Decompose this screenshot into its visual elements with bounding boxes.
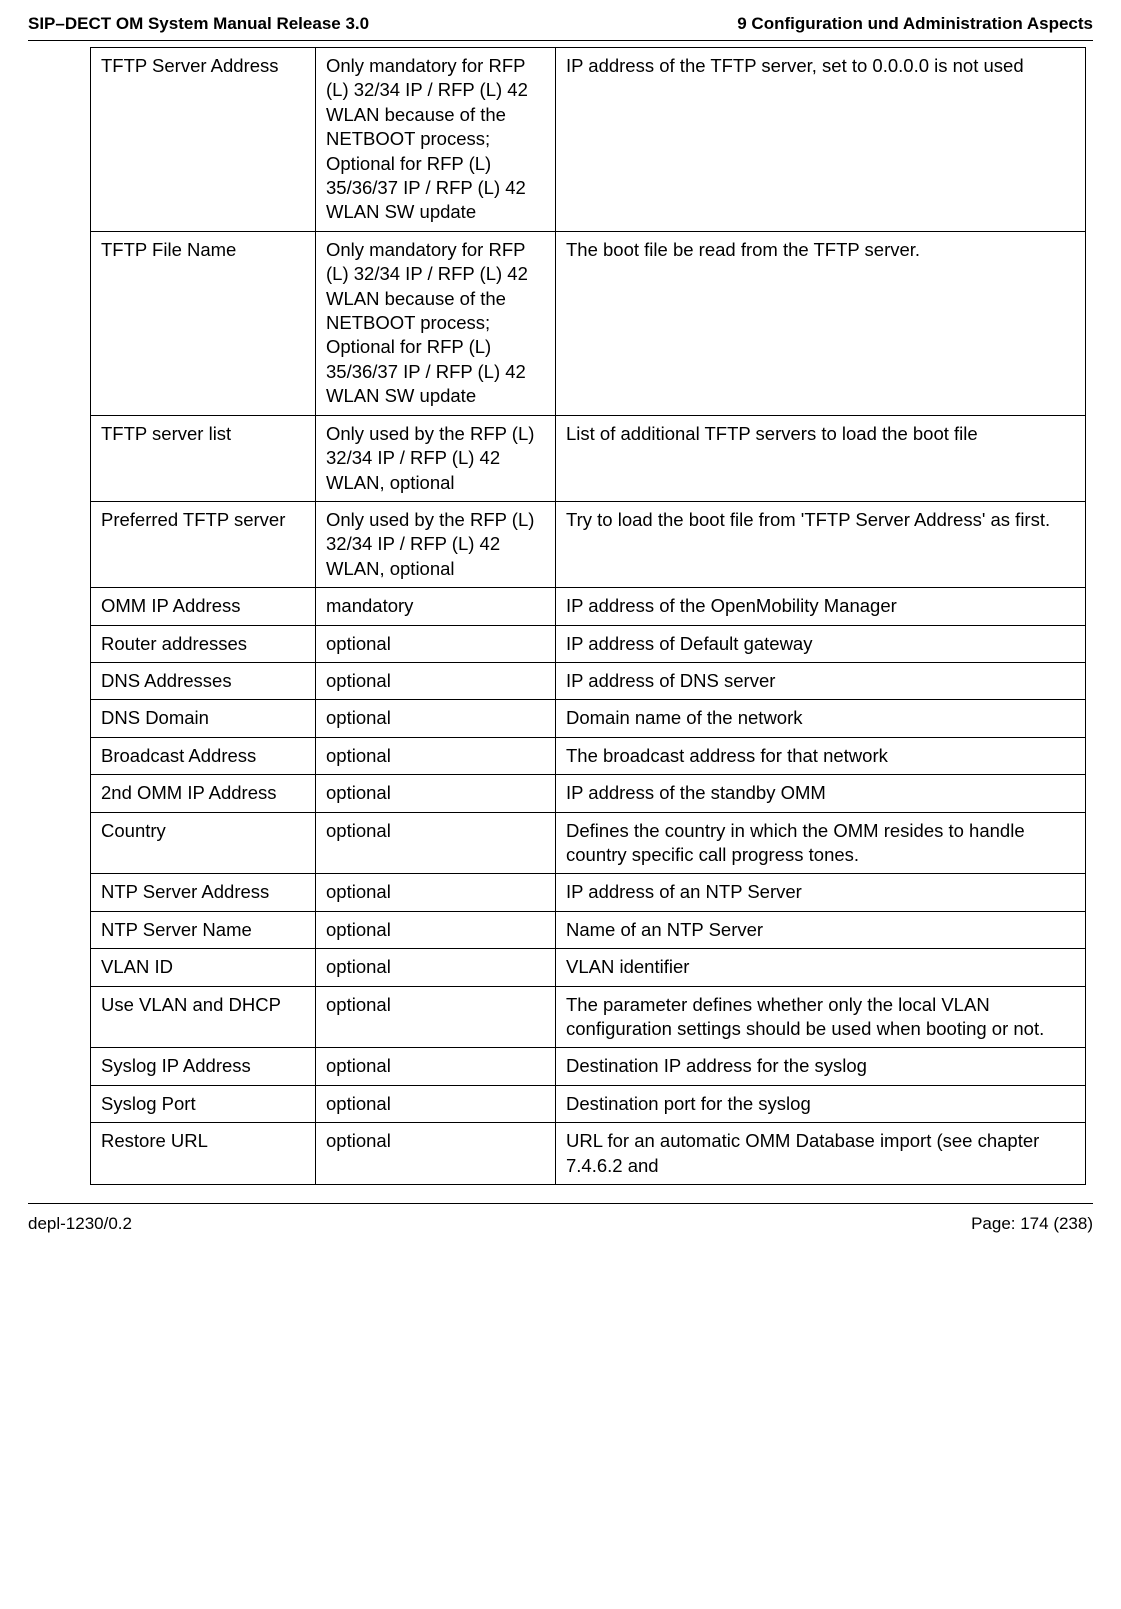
table-cell: IP address of an NTP Server: [556, 874, 1086, 911]
config-table: TFTP Server AddressOnly mandatory for RF…: [90, 47, 1086, 1185]
table-cell: The broadcast address for that network: [556, 737, 1086, 774]
table-cell: VLAN ID: [91, 949, 316, 986]
table-cell: OMM IP Address: [91, 588, 316, 625]
table-cell: NTP Server Address: [91, 874, 316, 911]
table-row: Router addressesoptionalIP address of De…: [91, 625, 1086, 662]
table-cell: optional: [316, 775, 556, 812]
table-cell: IP address of Default gateway: [556, 625, 1086, 662]
table-row: Use VLAN and DHCPoptionalThe parameter d…: [91, 986, 1086, 1048]
table-cell: Router addresses: [91, 625, 316, 662]
table-cell: Only mandatory for RFP (L) 32/34 IP / RF…: [316, 48, 556, 232]
table-cell: 2nd OMM IP Address: [91, 775, 316, 812]
table-cell: IP address of the standby OMM: [556, 775, 1086, 812]
table-cell: Syslog IP Address: [91, 1048, 316, 1085]
table-row: CountryoptionalDefines the country in wh…: [91, 812, 1086, 874]
table-cell: mandatory: [316, 588, 556, 625]
table-cell: Use VLAN and DHCP: [91, 986, 316, 1048]
table-cell: optional: [316, 662, 556, 699]
table-row: NTP Server NameoptionalName of an NTP Se…: [91, 911, 1086, 948]
table-row: Restore URLoptionalURL for an automatic …: [91, 1123, 1086, 1185]
table-cell: Destination port for the syslog: [556, 1085, 1086, 1122]
table-cell: DNS Domain: [91, 700, 316, 737]
table-cell: Only used by the RFP (L) 32/34 IP / RFP …: [316, 415, 556, 501]
table-cell: The parameter defines whether only the l…: [556, 986, 1086, 1048]
footer-right: Page: 174 (238): [971, 1214, 1093, 1234]
page-header: SIP–DECT OM System Manual Release 3.0 9 …: [28, 14, 1093, 40]
table-cell: Try to load the boot file from 'TFTP Ser…: [556, 501, 1086, 587]
table-row: DNS DomainoptionalDomain name of the net…: [91, 700, 1086, 737]
table-cell: optional: [316, 986, 556, 1048]
table-row: 2nd OMM IP AddressoptionalIP address of …: [91, 775, 1086, 812]
table-cell: Defines the country in which the OMM res…: [556, 812, 1086, 874]
table-cell: optional: [316, 1085, 556, 1122]
table-cell: Broadcast Address: [91, 737, 316, 774]
table-cell: List of additional TFTP servers to load …: [556, 415, 1086, 501]
table-row: Syslog IP AddressoptionalDestination IP …: [91, 1048, 1086, 1085]
table-cell: optional: [316, 949, 556, 986]
table-cell: optional: [316, 812, 556, 874]
table-row: Preferred TFTP serverOnly used by the RF…: [91, 501, 1086, 587]
table-cell: optional: [316, 1048, 556, 1085]
table-row: DNS AddressesoptionalIP address of DNS s…: [91, 662, 1086, 699]
table-cell: IP address of the TFTP server, set to 0.…: [556, 48, 1086, 232]
table-cell: IP address of the OpenMobility Manager: [556, 588, 1086, 625]
table-cell: Domain name of the network: [556, 700, 1086, 737]
table-row: TFTP File NameOnly mandatory for RFP (L)…: [91, 231, 1086, 415]
table-cell: TFTP Server Address: [91, 48, 316, 232]
table-row: VLAN IDoptionalVLAN identifier: [91, 949, 1086, 986]
table-row: Broadcast AddressoptionalThe broadcast a…: [91, 737, 1086, 774]
table-cell: Only used by the RFP (L) 32/34 IP / RFP …: [316, 501, 556, 587]
table-row: TFTP Server AddressOnly mandatory for RF…: [91, 48, 1086, 232]
table-row: OMM IP AddressmandatoryIP address of the…: [91, 588, 1086, 625]
page-footer: depl-1230/0.2 Page: 174 (238): [28, 1212, 1093, 1234]
table-cell: Preferred TFTP server: [91, 501, 316, 587]
table-cell: VLAN identifier: [556, 949, 1086, 986]
table-cell: IP address of DNS server: [556, 662, 1086, 699]
table-cell: NTP Server Name: [91, 911, 316, 948]
table-cell: optional: [316, 737, 556, 774]
table-cell: TFTP server list: [91, 415, 316, 501]
table-cell: Restore URL: [91, 1123, 316, 1185]
footer-left: depl-1230/0.2: [28, 1214, 132, 1234]
footer-rule: [28, 1203, 1093, 1204]
table-cell: DNS Addresses: [91, 662, 316, 699]
table-cell: URL for an automatic OMM Database import…: [556, 1123, 1086, 1185]
table-row: TFTP server listOnly used by the RFP (L)…: [91, 415, 1086, 501]
table-cell: optional: [316, 874, 556, 911]
table-cell: optional: [316, 911, 556, 948]
table-cell: The boot file be read from the TFTP serv…: [556, 231, 1086, 415]
table-cell: TFTP File Name: [91, 231, 316, 415]
page: SIP–DECT OM System Manual Release 3.0 9 …: [0, 0, 1121, 1254]
table-cell: optional: [316, 1123, 556, 1185]
header-left: SIP–DECT OM System Manual Release 3.0: [28, 14, 369, 34]
table-cell: optional: [316, 700, 556, 737]
table-row: NTP Server AddressoptionalIP address of …: [91, 874, 1086, 911]
header-right: 9 Configuration und Administration Aspec…: [737, 14, 1093, 34]
table-cell: Country: [91, 812, 316, 874]
table-row: Syslog PortoptionalDestination port for …: [91, 1085, 1086, 1122]
table-cell: optional: [316, 625, 556, 662]
table-cell: Syslog Port: [91, 1085, 316, 1122]
table-cell: Only mandatory for RFP (L) 32/34 IP / RF…: [316, 231, 556, 415]
table-cell: Name of an NTP Server: [556, 911, 1086, 948]
header-rule: [28, 40, 1093, 41]
table-cell: Destination IP address for the syslog: [556, 1048, 1086, 1085]
